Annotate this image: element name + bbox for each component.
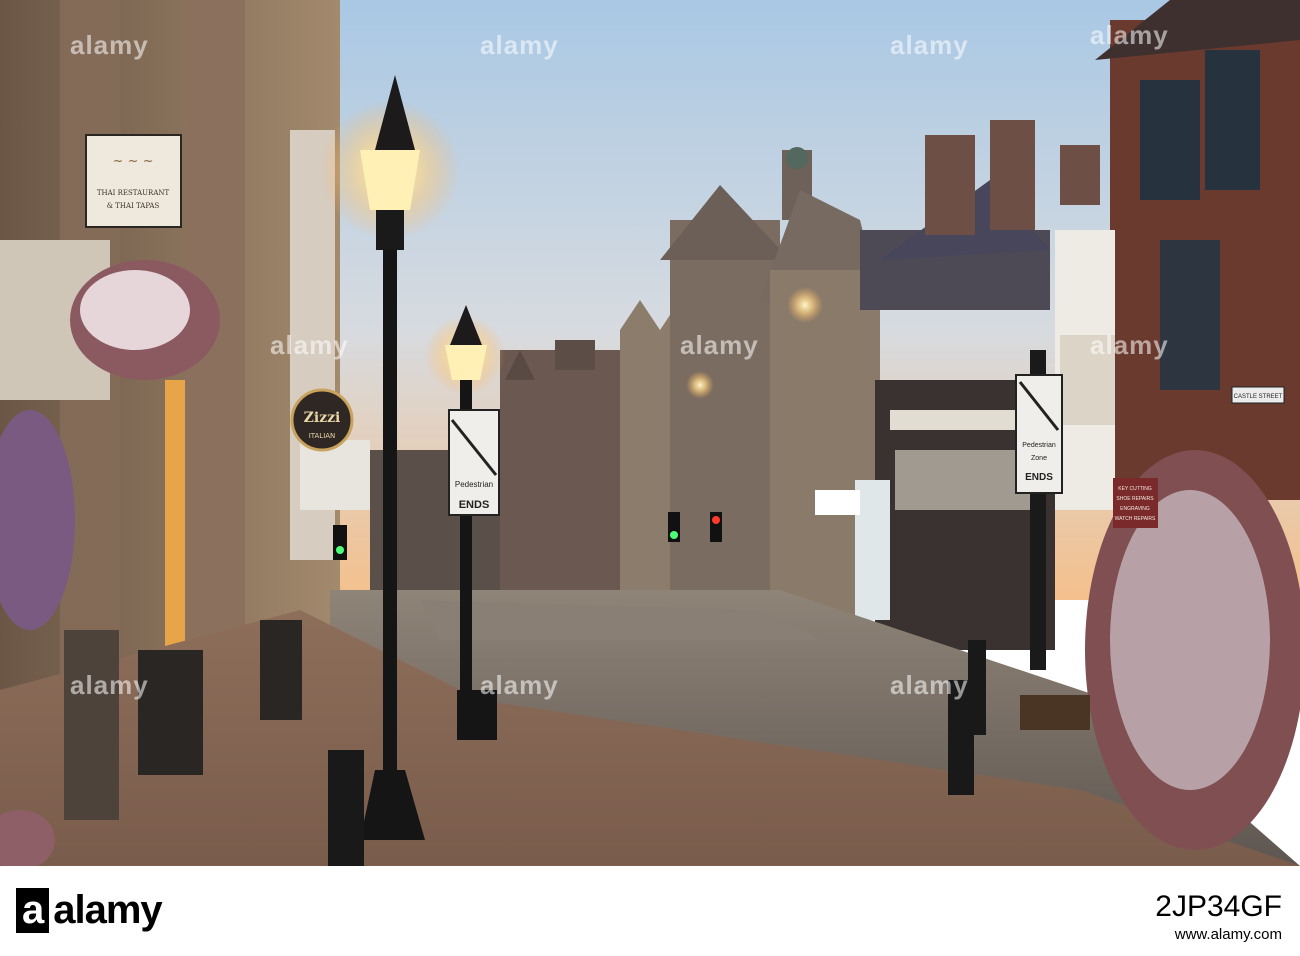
shop-line2: SHOE REPAIRS	[1116, 496, 1154, 502]
zizzi-name: Zizzi	[304, 410, 341, 426]
ped-left-line1: Pedestrian	[455, 480, 493, 489]
svg-text:~ ~ ~: ~ ~ ~	[113, 154, 154, 169]
restaurant-sign: ~ ~ ~ THAI RESTAURANT & THAI TAPAS	[85, 134, 182, 228]
watermark: alamy	[680, 330, 759, 360]
watermark: alamy	[70, 30, 149, 60]
alamy-logo[interactable]: a alamy	[16, 888, 163, 933]
stock-photo: ~ ~ ~ THAI RESTAURANT & THAI TAPAS Zizzi…	[0, 0, 1300, 956]
street-name-sign: CASTLE STREET	[1231, 386, 1285, 404]
shop-line1: KEY CUTTING	[1118, 486, 1152, 492]
ped-right-line1: Pedestrian	[1022, 442, 1056, 449]
ped-right-line3: ENDS	[1025, 472, 1053, 483]
watermark: alamy	[890, 670, 969, 700]
watermark: alamy	[1090, 20, 1169, 50]
ped-left-line3: ENDS	[459, 499, 490, 511]
repair-shop-sign: KEY CUTTING SHOE REPAIRS ENGRAVING WATCH…	[1113, 478, 1158, 528]
restaurant-line2: & THAI TAPAS	[107, 202, 160, 210]
watermark: alamy	[270, 330, 349, 360]
zizzi-sign: Zizzi ITALIAN	[290, 388, 354, 452]
image-code: 2JP34GF	[1155, 890, 1282, 923]
street-name: CASTLE STREET	[1234, 394, 1283, 400]
restaurant-line1: THAI RESTAURANT	[97, 189, 170, 197]
watermark: alamy	[890, 30, 969, 60]
shop-line4: WATCH REPAIRS	[1115, 516, 1156, 522]
zizzi-sub: ITALIAN	[309, 432, 336, 440]
footer-bar: a alamy 2JP34GF www.alamy.com	[0, 866, 1300, 956]
site-url[interactable]: www.alamy.com	[1175, 926, 1282, 943]
utility-box	[138, 650, 203, 775]
utility-box-2	[260, 620, 302, 720]
ped-zone-sign-left: Pedestrian ENDS	[448, 409, 500, 516]
street-scene-photo: ~ ~ ~ THAI RESTAURANT & THAI TAPAS Zizzi…	[0, 0, 1300, 866]
shop-line3: ENGRAVING	[1120, 506, 1150, 512]
watermark: alamy	[480, 670, 559, 700]
watermark: alamy	[480, 30, 559, 60]
watermark: alamy	[1090, 330, 1169, 360]
watermark: alamy	[70, 670, 149, 700]
ped-zone-sign-right: Pedestrian Zone ENDS	[1015, 374, 1063, 494]
ped-right-line2: Zone	[1031, 455, 1047, 462]
logo-text: alamy	[53, 888, 162, 932]
logo-box: a	[16, 888, 50, 933]
